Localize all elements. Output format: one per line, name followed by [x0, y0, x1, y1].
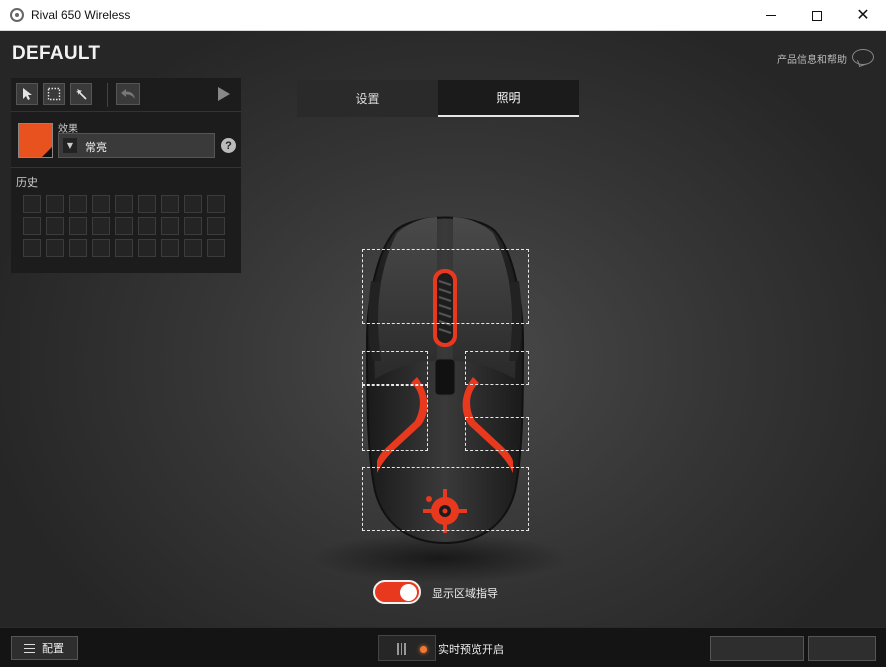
- history-cell[interactable]: [92, 217, 110, 235]
- zone-guide-wheel[interactable]: [362, 249, 529, 324]
- zone-guide-toggle[interactable]: [373, 580, 421, 604]
- action-button[interactable]: [710, 636, 804, 661]
- history-cell[interactable]: [161, 195, 179, 213]
- tool-bar: [11, 78, 241, 112]
- magic-wand-icon: [76, 89, 87, 100]
- history-cell[interactable]: [23, 195, 41, 213]
- marquee-tool-button[interactable]: [43, 83, 65, 105]
- history-cell[interactable]: [69, 195, 87, 213]
- history-cell[interactable]: [23, 239, 41, 257]
- history-cell[interactable]: [161, 239, 179, 257]
- history-cell[interactable]: [46, 239, 64, 257]
- app-main: DEFAULT 产品信息和帮助 效果 ▼ 常亮 ? 历史 设置 照明 显示区域指…: [0, 31, 886, 667]
- grip-icon: [397, 643, 406, 655]
- pointer-icon: [23, 88, 32, 100]
- zone-guide-label: 显示区域指导: [432, 587, 498, 600]
- history-cell[interactable]: [92, 195, 110, 213]
- history-cell[interactable]: [184, 217, 202, 235]
- secondary-action-button[interactable]: [808, 636, 876, 661]
- history-cell[interactable]: [69, 239, 87, 257]
- chevron-down-icon: ▼: [63, 138, 77, 153]
- maximize-icon: [812, 10, 822, 21]
- history-cell[interactable]: [207, 239, 225, 257]
- history-cell[interactable]: [207, 217, 225, 235]
- title-bar: Rival 650 Wireless ✕: [0, 0, 886, 31]
- history-cell[interactable]: [46, 217, 64, 235]
- history-cell[interactable]: [161, 217, 179, 235]
- close-icon: ✕: [856, 6, 870, 24]
- undo-icon: [121, 89, 135, 99]
- app-logo-icon: [10, 8, 24, 22]
- history-cell[interactable]: [69, 217, 87, 235]
- panel-divider: [11, 167, 241, 168]
- toggle-knob: [400, 584, 417, 601]
- history-cell[interactable]: [184, 195, 202, 213]
- effect-dropdown[interactable]: ▼ 常亮: [58, 133, 215, 158]
- zone-guide-left-lower[interactable]: [362, 385, 428, 451]
- product-help-link[interactable]: 产品信息和帮助: [777, 51, 847, 66]
- play-icon[interactable]: [218, 87, 230, 101]
- history-cell[interactable]: [23, 217, 41, 235]
- zone-guide-left-upper[interactable]: [362, 351, 428, 385]
- history-cell[interactable]: [46, 195, 64, 213]
- history-grid: [23, 195, 225, 257]
- status-led-icon: [420, 646, 427, 653]
- color-swatch[interactable]: [18, 123, 53, 158]
- history-cell[interactable]: [115, 217, 133, 235]
- maximize-button[interactable]: [794, 0, 840, 31]
- window-title: Rival 650 Wireless: [31, 8, 131, 22]
- live-preview-label: 实时预览开启: [438, 643, 504, 656]
- zone-guide-right-upper[interactable]: [465, 351, 529, 385]
- tab-settings[interactable]: 设置: [297, 80, 438, 117]
- history-cell[interactable]: [92, 239, 110, 257]
- minimize-icon: [766, 15, 776, 16]
- preset-name: DEFAULT: [12, 43, 101, 64]
- effect-value: 常亮: [85, 141, 107, 154]
- help-icon[interactable]: ?: [221, 138, 236, 153]
- config-button[interactable]: 配置: [11, 636, 78, 660]
- history-cell[interactable]: [138, 239, 156, 257]
- magic-wand-tool-button[interactable]: [70, 83, 92, 105]
- history-cell[interactable]: [115, 239, 133, 257]
- history-cell[interactable]: [138, 195, 156, 213]
- chat-bubble-icon[interactable]: [852, 49, 874, 65]
- tab-bar: 设置 照明: [297, 80, 579, 117]
- toolbar-divider: [107, 83, 108, 107]
- history-label: 历史: [16, 176, 38, 189]
- lighting-panel: 效果 ▼ 常亮 ? 历史: [11, 78, 241, 273]
- tab-lighting[interactable]: 照明: [438, 80, 579, 117]
- zone-guide-right-lower[interactable]: [465, 417, 529, 451]
- bottom-bar: 配置 实时预览开启: [0, 627, 886, 667]
- undo-button[interactable]: [116, 83, 140, 105]
- zone-guide-logo[interactable]: [362, 467, 529, 531]
- list-icon: [24, 643, 35, 653]
- config-label: 配置: [42, 642, 64, 655]
- history-cell[interactable]: [138, 217, 156, 235]
- history-cell[interactable]: [184, 239, 202, 257]
- minimize-button[interactable]: [748, 0, 794, 31]
- pointer-tool-button[interactable]: [16, 83, 38, 105]
- history-cell[interactable]: [115, 195, 133, 213]
- live-preview-toggle[interactable]: [378, 635, 436, 661]
- marquee-icon: [47, 87, 61, 101]
- close-button[interactable]: ✕: [840, 0, 886, 31]
- history-cell[interactable]: [207, 195, 225, 213]
